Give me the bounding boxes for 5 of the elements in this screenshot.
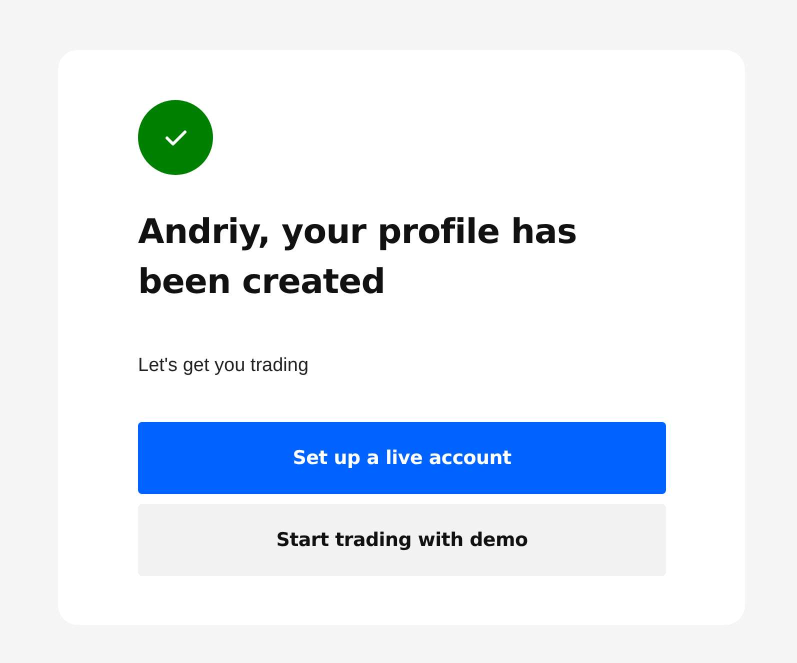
live-account-button[interactable]: Set up a live account — [138, 422, 666, 494]
demo-button[interactable]: Start trading with demo — [138, 504, 666, 576]
subtitle: Let's get you trading — [138, 354, 310, 378]
checkmark-icon — [164, 130, 186, 146]
heading: Andriy, your profile has been created — [138, 211, 578, 304]
